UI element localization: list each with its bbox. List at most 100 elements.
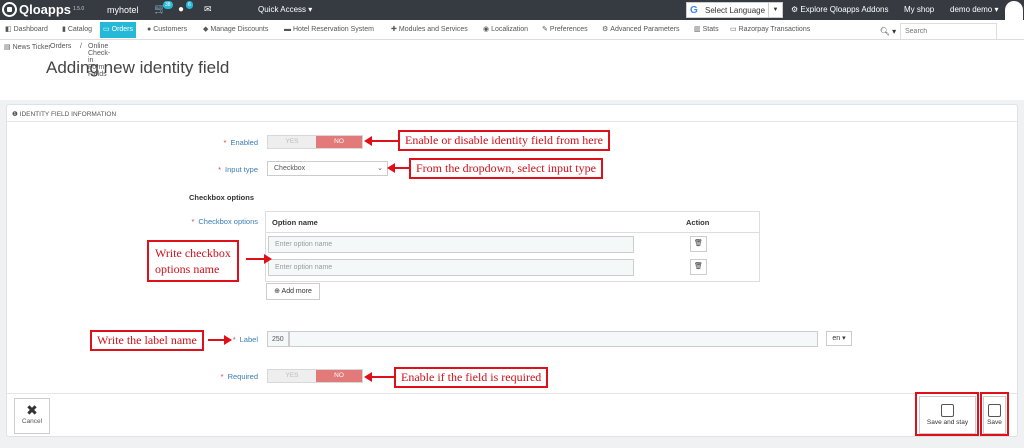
search-input[interactable] [900, 23, 997, 40]
puzzle-icon: ✚ [391, 26, 397, 33]
arrow-line [208, 339, 224, 341]
arrow-line [246, 258, 264, 260]
language-dropdown[interactable]: en ▾ [826, 331, 852, 346]
option-name-input[interactable]: Enter option name [268, 236, 634, 253]
cancel-label: Cancel [21, 418, 43, 425]
user-icon[interactable]: ● [178, 4, 184, 15]
breadcrumb: ▤ News Ticker Orders / Online Check-in F… [4, 43, 110, 78]
breadcrumb-orders[interactable]: Orders [50, 43, 71, 50]
search-type-button[interactable]: 🔍︎ ▾ [877, 24, 899, 40]
shop-name[interactable]: myhotel [107, 5, 139, 15]
arrow-icon [264, 254, 272, 264]
my-shop-link[interactable]: My shop [904, 5, 934, 14]
annotation-required: Enable if the field is required [394, 367, 549, 388]
tag-icon: ◆ [203, 26, 209, 33]
orders-badge: 38 [163, 1, 173, 9]
menu-label: Preferences [549, 26, 588, 33]
menu-label: Dashboard [13, 26, 48, 33]
menu-item-manage-discounts[interactable]: ◆ Manage Discounts [203, 22, 268, 38]
annotation-checkbox-options: Write checkbox options name [147, 240, 239, 282]
input-type-select[interactable]: Checkbox ⌄ [267, 161, 388, 176]
menu-label: Localization [491, 26, 529, 33]
version-label: 1.5.0 [73, 6, 85, 12]
info-icon: ❶ [12, 111, 18, 118]
highlight-box [915, 392, 979, 436]
delete-option-button[interactable]: 🗑︎ [690, 236, 707, 252]
delete-option-button[interactable]: 🗑︎ [690, 259, 707, 275]
employee-menu[interactable]: demo demo ▾ [950, 5, 999, 14]
menu-label: Orders [111, 26, 134, 33]
brand-name[interactable]: Qloapps [19, 2, 71, 17]
credit-card-icon: ▭ [103, 26, 110, 33]
qloapps-logo-icon[interactable] [2, 2, 17, 17]
menu-label: Manage Discounts [210, 26, 269, 33]
menu-item-hotel-reservation[interactable]: ▬ Hotel Reservation System [284, 22, 374, 38]
arrow-icon [224, 335, 232, 345]
explore-addons-link[interactable]: ⚙ Explore Qloapps Addons [791, 5, 888, 14]
column-header-action: Action [686, 218, 710, 227]
label-input[interactable] [289, 331, 818, 347]
enabled-switch[interactable]: YES NO [267, 135, 363, 149]
required-label: * Required [220, 372, 258, 381]
highlight-box [980, 392, 1009, 436]
menu-item-stats[interactable]: ▥ Stats [694, 22, 719, 38]
envelope-icon[interactable]: ✉ [204, 4, 212, 15]
option-name-input[interactable]: Enter option name [268, 259, 634, 276]
chevron-down-icon: ⌄ [377, 165, 383, 172]
arrow-line [370, 376, 394, 378]
menu-item-dashboard[interactable]: ◧ Dashboard [5, 22, 48, 38]
menu-label: Customers [153, 26, 188, 33]
switch-yes[interactable]: YES [268, 136, 316, 148]
menu-item-localization[interactable]: ◉ Localization [483, 22, 528, 38]
customers-badge: 6 [186, 1, 193, 9]
menu-label: Advanced Parameters [610, 26, 680, 33]
cancel-button[interactable]: ✖ Cancel [14, 398, 50, 434]
arrow-line [370, 140, 398, 142]
globe-icon: ◉ [483, 26, 490, 33]
enabled-label: * Enabled [223, 138, 258, 147]
top-navbar: Qloapps 1.5.0 myhotel 🛒 38 ● 6 ✉ Quick A… [0, 0, 1024, 20]
checkbox-options-heading: Checkbox options [189, 193, 255, 202]
menu-item-advanced-parameters[interactable]: ⚙ Advanced Parameters [602, 22, 680, 38]
close-icon: ✖ [26, 402, 38, 418]
switch-yes[interactable]: YES [268, 370, 316, 382]
quick-access-dropdown[interactable]: Quick Access ▾ [258, 5, 312, 14]
char-counter: 250 [267, 331, 289, 347]
menu-label: Stats [702, 26, 719, 33]
select-value: Checkbox [274, 165, 306, 172]
breadcrumb-separator: / [80, 43, 82, 50]
annotation-line: options name [155, 262, 220, 276]
trash-icon: 🗑︎ [694, 240, 703, 247]
menu-item-preferences[interactable]: ✎ Preferences [542, 22, 588, 38]
menu-item-modules[interactable]: ✚ Modules and Services [391, 22, 468, 38]
quick-access-label: Quick Access [258, 5, 307, 14]
panel-footer [7, 393, 1017, 394]
annotation-dropdown: From the dropdown, select input type [409, 158, 603, 179]
annotation-label: Write the label name [90, 330, 204, 351]
card-icon: ▭ [730, 26, 737, 33]
news-ticker-icon: ▤ [4, 44, 11, 51]
add-more-button[interactable]: ⊕ Add more [266, 283, 320, 300]
menu-item-orders[interactable]: ▭ Orders [100, 22, 137, 38]
explore-label: Explore Qloapps Addons [800, 5, 889, 14]
label-text: Input type [225, 165, 258, 174]
employee-name: demo demo [950, 5, 993, 14]
news-ticker-link[interactable]: News Ticker [13, 44, 51, 51]
menu-item-customers[interactable]: ● Customers [147, 22, 187, 38]
users-icon: ● [147, 26, 152, 33]
panel-heading: ❶ IDENTITY FIELD INFORMATION [12, 110, 116, 118]
arrow-line [393, 167, 409, 169]
cogs-icon: ⚙ [602, 26, 609, 33]
menu-label: Modules and Services [398, 26, 468, 33]
page-title: Adding new identity field [46, 58, 230, 77]
menu-item-catalog[interactable]: ▮ Catalog [62, 22, 92, 38]
menu-label: Hotel Reservation System [293, 26, 374, 33]
column-header-option-name: Option name [272, 218, 318, 227]
google-icon: G [690, 5, 698, 16]
switch-no[interactable]: NO [316, 370, 362, 382]
menu-item-razorpay[interactable]: ▭ Razorpay Transactions [730, 22, 810, 38]
avatar[interactable] [1005, 1, 1023, 20]
language-select[interactable]: G Select Language ▼ [686, 2, 783, 18]
required-switch[interactable]: YES NO [267, 369, 363, 383]
switch-no[interactable]: NO [316, 136, 362, 148]
